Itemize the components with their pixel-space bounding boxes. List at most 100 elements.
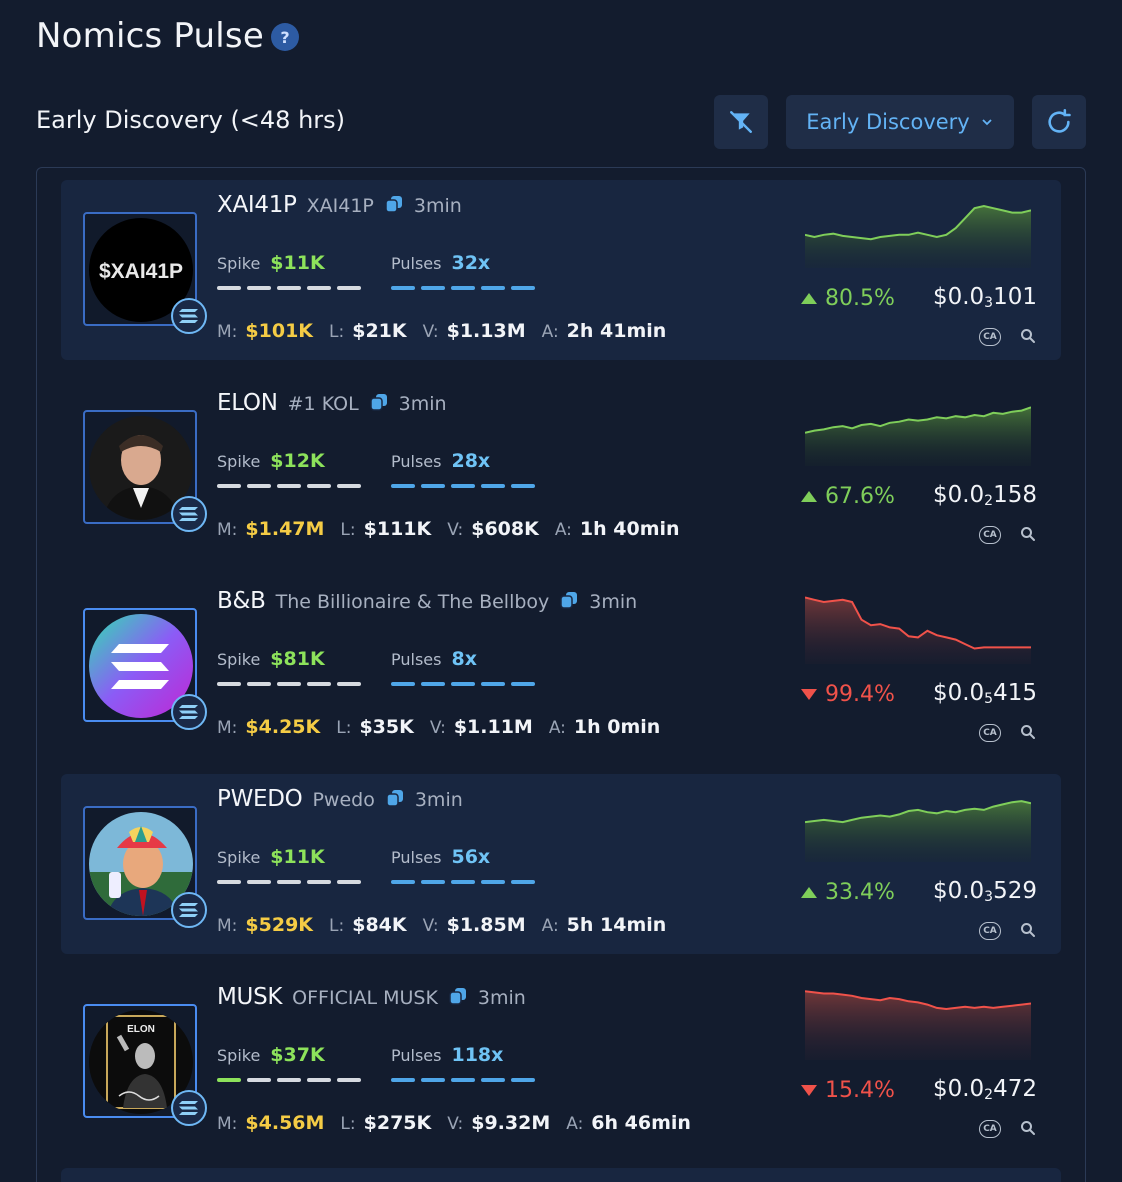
- mcap-value: $1.47M: [245, 518, 325, 540]
- token-fullname: Pwedo: [312, 789, 375, 811]
- spike-dash: [277, 484, 301, 488]
- refresh-button[interactable]: [1032, 95, 1086, 149]
- price-digits: 101: [993, 284, 1037, 310]
- pulse-dash: [481, 484, 505, 488]
- token-fullname: XAI41P: [306, 195, 374, 217]
- spike-dash: [337, 682, 361, 686]
- search-icon[interactable]: [1019, 525, 1037, 543]
- token-ticker[interactable]: ELON: [217, 390, 278, 416]
- discovery-dropdown[interactable]: Early Discovery: [786, 95, 1014, 149]
- ca-label: CA: [983, 332, 997, 342]
- token-avatar-frame[interactable]: [83, 806, 207, 928]
- price-prefix: $0.0: [932, 1076, 985, 1102]
- question-icon[interactable]: ?: [271, 23, 299, 51]
- sparkline-chart: [805, 596, 1031, 664]
- search-icon[interactable]: [1019, 327, 1037, 345]
- pulse-dash: [391, 286, 415, 290]
- liquidity-label: L:: [329, 322, 345, 342]
- search-icon[interactable]: [1019, 723, 1037, 741]
- pulses-label: Pulses: [391, 1046, 442, 1065]
- token-age-value: 1h 40min: [579, 518, 680, 540]
- spike-dash: [247, 484, 271, 488]
- token-avatar-frame[interactable]: ELON: [83, 1004, 207, 1126]
- spike-dash: [277, 1078, 301, 1082]
- token-age-value: 1h 0min: [573, 716, 661, 738]
- mcap-value: $4.25K: [245, 716, 321, 738]
- spike-dash: [217, 1078, 241, 1082]
- liquidity-value: $111K: [363, 518, 432, 540]
- mcap-label: M:: [217, 322, 238, 342]
- spike-dash: [277, 286, 301, 290]
- copy-icon[interactable]: [559, 590, 579, 610]
- copy-icon[interactable]: [369, 392, 389, 412]
- spike-stat: Spike $11K: [217, 846, 325, 868]
- token-card[interactable]: $XAI41P XAI41P XAI41P 3min Spike $11K Pu…: [61, 180, 1061, 360]
- token-ticker[interactable]: XAI41P: [217, 192, 297, 218]
- mcap-label: M:: [217, 718, 238, 738]
- token-ticker[interactable]: MUSK: [217, 984, 282, 1010]
- search-icon[interactable]: [1019, 1119, 1037, 1137]
- filter-button[interactable]: [714, 95, 768, 149]
- token-card[interactable]: B&B The Billionaire & The Bellboy 3min S…: [61, 576, 1061, 756]
- token-fullname: #1 KOL: [287, 393, 359, 415]
- mcap-value: $529K: [245, 914, 314, 936]
- spike-label: Spike: [217, 848, 261, 867]
- liquidity-label: L:: [340, 520, 356, 540]
- contract-address-icon[interactable]: CA: [979, 328, 1001, 346]
- age-label: A:: [566, 1114, 584, 1134]
- chain-badge: [171, 496, 207, 532]
- token-ticker[interactable]: PWEDO: [217, 786, 303, 812]
- pulse-dash: [481, 880, 505, 884]
- pulses-value: 118x: [451, 1044, 504, 1066]
- spike-meter: [217, 880, 361, 884]
- pulse-dash: [511, 682, 535, 686]
- mcap-label: M:: [217, 1114, 238, 1134]
- liquidity-value: $21K: [352, 320, 407, 342]
- liquidity-label: L:: [340, 1114, 356, 1134]
- spike-stat: Spike $37K: [217, 1044, 325, 1066]
- contract-address-icon[interactable]: CA: [979, 526, 1001, 544]
- svg-text:$XAI41P: $XAI41P: [99, 260, 183, 283]
- chevron-down-icon: [982, 119, 992, 126]
- token-age-value: 2h 41min: [566, 320, 667, 342]
- dropdown-label: Early Discovery: [806, 110, 970, 134]
- token-avatar-frame[interactable]: [83, 410, 207, 532]
- copy-icon[interactable]: [448, 986, 468, 1006]
- token-card[interactable]: [61, 1168, 1061, 1182]
- token-card[interactable]: ELON #1 KOL 3min Spike $12K Pulses 28x M…: [61, 378, 1061, 558]
- price-prefix: $0.0: [932, 878, 985, 904]
- token-avatar-frame[interactable]: $XAI41P: [83, 212, 207, 334]
- copy-icon[interactable]: [384, 194, 404, 214]
- chain-badge: [171, 892, 207, 928]
- token-card[interactable]: ELON MUSK OFFICIAL MUSK 3min Spike $37K …: [61, 972, 1061, 1152]
- pulse-dash: [481, 286, 505, 290]
- spike-dash: [307, 484, 331, 488]
- token-name-row: PWEDO Pwedo 3min: [217, 786, 463, 812]
- pulses-stat: Pulses 118x: [391, 1044, 503, 1066]
- price-change: 99.4%: [801, 682, 895, 707]
- liquidity-label: L:: [336, 718, 352, 738]
- volume-label: V:: [422, 916, 439, 936]
- pulse-dash: [481, 1078, 505, 1082]
- token-avatar-frame[interactable]: [83, 608, 207, 730]
- token-card[interactable]: PWEDO Pwedo 3min Spike $11K Pulses 56x M…: [61, 774, 1061, 954]
- mcap-value: $4.56M: [245, 1112, 325, 1134]
- spike-meter: [217, 484, 361, 488]
- spike-dash: [247, 880, 271, 884]
- search-icon[interactable]: [1019, 921, 1037, 939]
- token-price: $0.05415: [933, 680, 1037, 707]
- price-digits: 158: [993, 482, 1037, 508]
- spike-dash: [307, 1078, 331, 1082]
- price-prefix: $0.0: [932, 680, 985, 706]
- spike-dash: [247, 286, 271, 290]
- price-digits: 529: [993, 878, 1037, 904]
- spike-dash: [247, 1078, 271, 1082]
- contract-address-icon[interactable]: CA: [979, 724, 1001, 742]
- spike-dash: [217, 880, 241, 884]
- volume-value: $1.11M: [453, 716, 533, 738]
- solana-icon: [179, 507, 198, 521]
- token-ticker[interactable]: B&B: [217, 588, 266, 614]
- contract-address-icon[interactable]: CA: [979, 922, 1001, 940]
- copy-icon[interactable]: [385, 788, 405, 808]
- contract-address-icon[interactable]: CA: [979, 1120, 1001, 1138]
